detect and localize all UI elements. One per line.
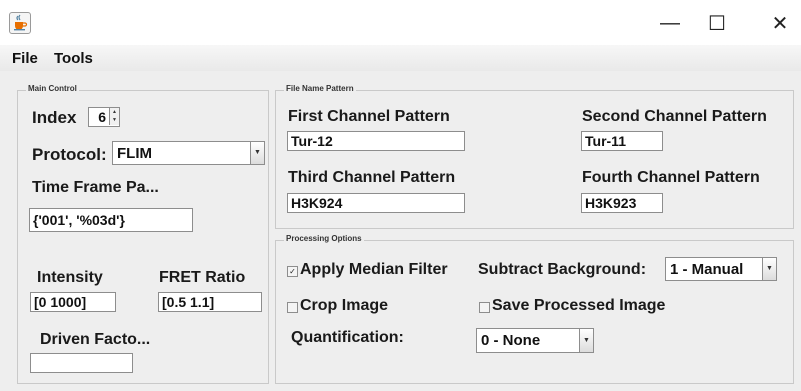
protocol-label: Protocol: <box>32 145 107 164</box>
processing-options-panel: Processing Options ✓ Apply Median Filter… <box>275 234 794 384</box>
driven-factor-label: Driven Facto... <box>40 331 151 348</box>
third-channel-value: H3K924 <box>291 195 343 211</box>
intensity-label: Intensity <box>37 269 103 286</box>
third-channel-label: Third Channel Pattern <box>288 169 456 186</box>
second-channel-input[interactable]: Tur-11 <box>581 131 663 151</box>
protocol-value: FLIM <box>117 145 152 162</box>
menu-file[interactable]: File <box>12 50 38 67</box>
spinner-arrows-icon[interactable]: ▲ ▼ <box>109 108 119 125</box>
index-value: 6 <box>98 109 106 125</box>
protocol-combo[interactable]: FLIM ▼ <box>112 141 265 165</box>
fourth-channel-label: Fourth Channel Pattern <box>582 169 760 186</box>
crop-image-label: Crop Image <box>300 297 389 314</box>
processing-options-legend: Processing Options <box>284 234 364 243</box>
file-name-pattern-legend: File Name Pattern <box>284 84 356 93</box>
close-button[interactable]: ✕ <box>760 6 800 40</box>
title-bar: — ☐ ✕ <box>0 0 801 45</box>
java-coffee-cup-icon[interactable] <box>9 12 31 34</box>
second-channel-label: Second Channel Pattern <box>582 108 767 125</box>
chevron-down-icon[interactable]: ▼ <box>579 329 593 352</box>
time-frame-input[interactable]: {'001', '%03d'} <box>29 208 193 232</box>
time-frame-value: {'001', '%03d'} <box>33 212 125 228</box>
fret-ratio-value: [0.5 1.1] <box>162 294 215 310</box>
save-checkbox-icon[interactable] <box>479 302 490 313</box>
menu-bar: File Tools <box>0 45 801 71</box>
first-channel-value: Tur-12 <box>291 133 333 149</box>
check-mark-icon[interactable]: ✓ <box>287 266 298 277</box>
first-channel-input[interactable]: Tur-12 <box>287 131 465 151</box>
quantification-combo[interactable]: 0 - None ▼ <box>476 328 594 353</box>
crop-checkbox-icon[interactable] <box>287 302 298 313</box>
subtract-background-value: 1 - Manual <box>670 261 744 278</box>
main-control-legend: Main Control <box>26 84 79 93</box>
index-label: Index <box>32 108 77 127</box>
quantification-label: Quantification: <box>291 329 404 346</box>
time-frame-label: Time Frame Pa... <box>32 179 159 196</box>
chevron-down-icon[interactable]: ▼ <box>762 258 776 280</box>
median-filter-label: Apply Median Filter <box>300 261 448 278</box>
fret-ratio-input[interactable]: [0.5 1.1] <box>158 292 262 312</box>
menu-tools[interactable]: Tools <box>54 50 93 67</box>
fourth-channel-value: H3K923 <box>585 195 637 211</box>
save-processed-label: Save Processed Image <box>492 297 666 314</box>
fret-ratio-label: FRET Ratio <box>159 269 246 286</box>
close-icon: ✕ <box>771 12 789 35</box>
maximize-icon: ☐ <box>708 12 726 35</box>
intensity-value: [0 1000] <box>34 294 87 310</box>
file-name-pattern-panel: File Name Pattern First Channel Pattern … <box>275 84 794 229</box>
third-channel-input[interactable]: H3K924 <box>287 193 465 213</box>
maximize-button[interactable]: ☐ <box>697 6 737 40</box>
minimize-icon: — <box>660 11 680 34</box>
subtract-background-label: Subtract Background: <box>478 261 647 278</box>
chevron-down-icon[interactable]: ▼ <box>250 142 264 164</box>
intensity-input[interactable]: [0 1000] <box>30 292 116 312</box>
quantification-value: 0 - None <box>481 332 541 349</box>
main-control-panel: Main Control Index 6 ▲ ▼ Protocol: FLIM ▼… <box>17 84 269 384</box>
first-channel-label: First Channel Pattern <box>288 108 450 125</box>
subtract-background-combo[interactable]: 1 - Manual ▼ <box>665 257 777 281</box>
fourth-channel-input[interactable]: H3K923 <box>581 193 663 213</box>
minimize-button[interactable]: — <box>650 6 690 40</box>
second-channel-value: Tur-11 <box>585 133 626 149</box>
driven-factor-input[interactable] <box>30 353 133 373</box>
